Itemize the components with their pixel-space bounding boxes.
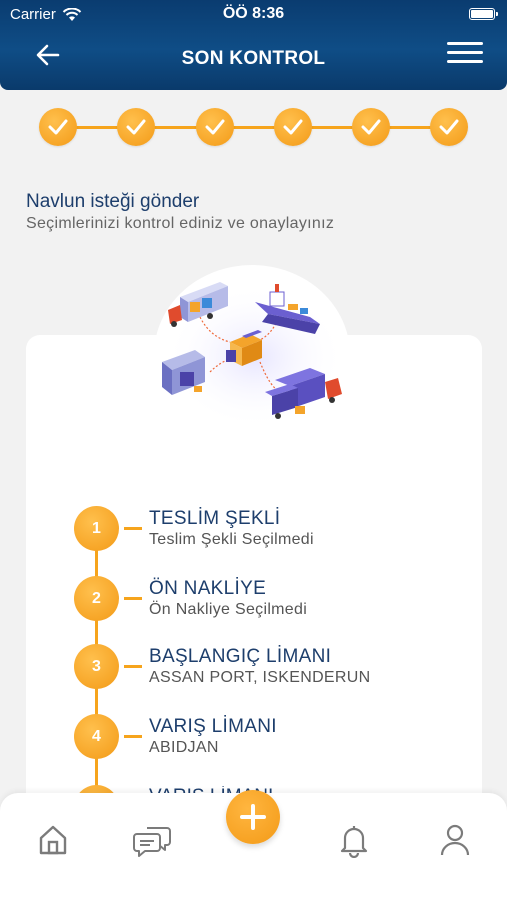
menu-button[interactable] — [443, 38, 485, 68]
user-icon — [440, 824, 470, 856]
logistics-illustration — [162, 282, 345, 429]
summary-item-origin-port[interactable]: 3 BAŞLANGIÇ LİMANI ASSAN PORT, ISKENDERU… — [74, 644, 474, 694]
step-check-5 — [352, 108, 390, 146]
summary-item-delivery-type[interactable]: 1 TESLİM ŞEKLİ Teslim Şekli Seçilmedi — [74, 506, 474, 556]
tab-notifications[interactable] — [334, 820, 374, 860]
status-bar: Carrier ÖÖ 8:36 — [0, 0, 507, 28]
status-time: ÖÖ 8:36 — [222, 5, 285, 22]
summary-item-title: VARIŞ LİMANI — [149, 716, 277, 737]
summary-item-value: ABIDJAN — [149, 739, 219, 756]
step-number-badge: 2 — [74, 576, 119, 621]
check-icon — [439, 119, 459, 135]
battery-icon — [469, 8, 498, 20]
app-header: Carrier ÖÖ 8:36 SON KONTROL — [0, 0, 507, 90]
step-check-4 — [274, 108, 312, 146]
summary-item-pre-carriage[interactable]: 2 ÖN NAKLİYE Ön Nakliye Seçilmedi — [74, 576, 474, 626]
step-check-3 — [196, 108, 234, 146]
summary-item-value: Ön Nakliye Seçilmedi — [149, 601, 308, 618]
step-check-1 — [39, 108, 77, 146]
section-title: Navlun isteği gönder — [26, 191, 200, 212]
summary-item-value: ASSAN PORT, ISKENDERUN — [149, 669, 371, 686]
summary-item-value: Teslim Şekli Seçilmedi — [149, 531, 314, 548]
bell-icon — [340, 826, 368, 858]
check-icon — [205, 119, 225, 135]
tab-home[interactable] — [33, 820, 73, 860]
summary-item-destination-port[interactable]: 4 VARIŞ LİMANI ABIDJAN — [74, 714, 474, 764]
nav-bar: SON KONTROL — [0, 38, 507, 78]
plus-icon — [240, 804, 266, 830]
section-subtitle: Seçimlerinizi kontrol ediniz ve onaylayı… — [26, 215, 335, 232]
chat-icon — [133, 827, 171, 857]
summary-item-title: TESLİM ŞEKLİ — [149, 508, 281, 529]
step-number-badge: 1 — [74, 506, 119, 551]
summary-item-title: ÖN NAKLİYE — [149, 578, 267, 599]
step-number-badge: 3 — [74, 644, 119, 689]
step-number-badge: 4 — [74, 714, 119, 759]
check-icon — [126, 119, 146, 135]
tab-profile[interactable] — [435, 820, 475, 860]
home-icon — [39, 825, 67, 855]
menu-icon — [447, 42, 483, 45]
tab-messages[interactable] — [133, 820, 173, 860]
page-title: SON KONTROL — [181, 48, 326, 69]
check-icon — [283, 119, 303, 135]
progress-stepper — [0, 104, 507, 150]
summary-item-title: BAŞLANGIÇ LİMANI — [149, 646, 332, 667]
check-icon — [48, 119, 68, 135]
check-icon — [361, 119, 381, 135]
step-check-6 — [430, 108, 468, 146]
add-button[interactable] — [226, 790, 280, 844]
step-check-2 — [117, 108, 155, 146]
